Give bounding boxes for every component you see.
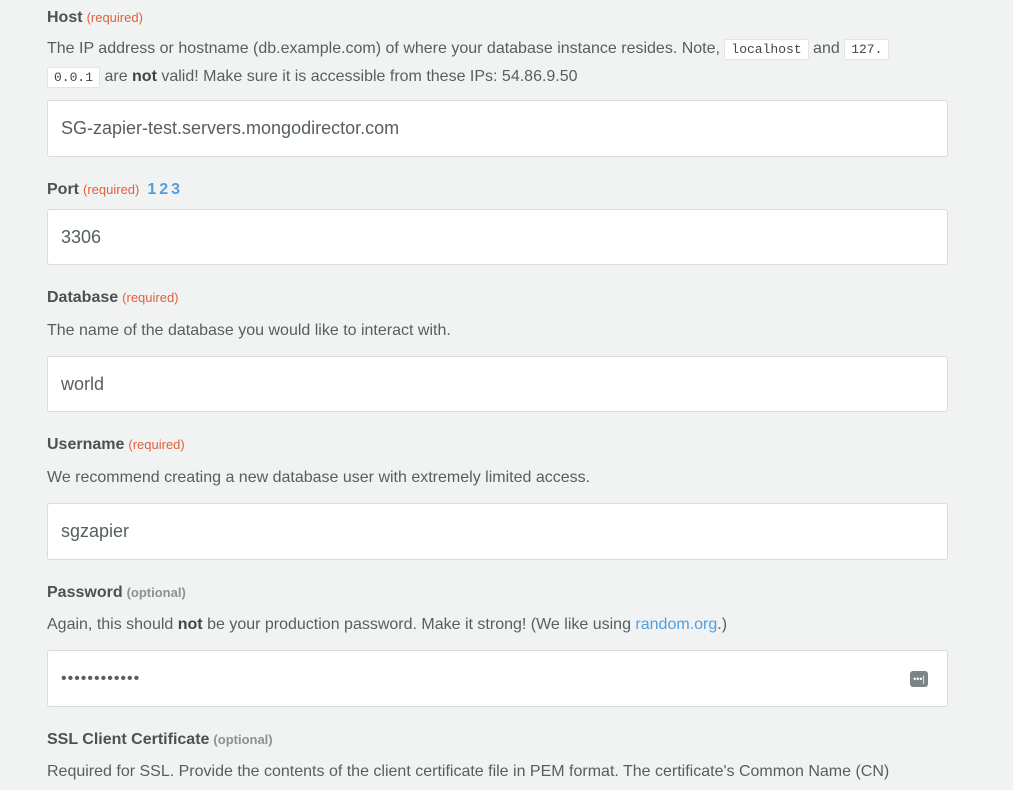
host-help-text: The IP address or hostname (db.example.c… (47, 35, 948, 91)
host-help-part-1: The IP address or hostname (db.example.c… (47, 40, 725, 57)
password-input[interactable]: •••••••••••• •••| (47, 650, 948, 707)
password-input-value: •••••••••••• (61, 669, 141, 687)
host-code-loopback-a: 127. (844, 39, 890, 60)
port-preset-2[interactable]: 2 (159, 181, 168, 198)
port-input[interactable]: 3306 (47, 209, 948, 265)
database-label-text: Database (47, 289, 119, 306)
password-help-part-1: Again, this should (47, 616, 178, 633)
host-input-value: SG-zapier-test.servers.mongodirector.com (61, 118, 400, 138)
username-help-text: We recommend creating a new database use… (47, 469, 591, 486)
host-label-text: Host (47, 9, 83, 26)
host-label: Host (required) (47, 8, 143, 28)
password-help-text: Again, this should not be your productio… (47, 611, 948, 638)
host-help-and: and (808, 40, 845, 57)
ssl-cert-label-text: SSL Client Certificate (47, 731, 210, 748)
port-label-text: Port (47, 181, 79, 198)
username-input[interactable]: sgzapier (47, 503, 948, 560)
ssl-cert-optional-badge: (optional) (213, 732, 273, 747)
random-org-link[interactable]: random.org (635, 616, 717, 633)
username-input-value: sgzapier (61, 521, 130, 541)
username-label: Username (required) (47, 435, 185, 455)
password-help-not: not (177, 616, 203, 633)
host-required-badge: (required) (86, 10, 143, 25)
host-help-not: not (132, 68, 157, 85)
database-help-text: The name of the database you would like … (47, 322, 451, 339)
password-help-part-2: be your production password. Make it str… (202, 616, 636, 633)
host-help-part-2: are (100, 68, 133, 85)
password-optional-badge: (optional) (126, 585, 186, 600)
host-code-loopback-b: 0.0.1 (47, 67, 101, 88)
host-code-localhost: localhost (724, 39, 809, 60)
ssl-cert-label: SSL Client Certificate (optional) (47, 730, 273, 750)
password-label-text: Password (47, 584, 123, 601)
database-required-badge: (required) (122, 290, 179, 305)
password-help-part-3: .) (717, 616, 728, 633)
password-label: Password (optional) (47, 583, 186, 603)
port-label: Port (required) 1 2 3 (47, 180, 183, 200)
host-help-part-3: valid! Make sure it is accessible from t… (156, 68, 578, 85)
port-preset-links: 123 (147, 181, 183, 198)
port-input-value: 3306 (61, 226, 102, 247)
port-required-badge: (required) (83, 182, 140, 197)
port-preset-3[interactable]: 3 (171, 181, 180, 198)
database-input-value: world (61, 373, 105, 394)
username-label-text: Username (47, 436, 125, 453)
username-required-badge: (required) (128, 437, 185, 452)
ssl-cert-help-text: Required for SSL. Provide the contents o… (47, 763, 890, 780)
port-preset-1[interactable]: 1 (147, 181, 156, 198)
password-manager-icon[interactable]: •••| (910, 670, 928, 687)
database-input[interactable]: world (47, 356, 948, 412)
database-label: Database (required) (47, 288, 179, 308)
host-input[interactable]: SG-zapier-test.servers.mongodirector.com (47, 100, 948, 157)
